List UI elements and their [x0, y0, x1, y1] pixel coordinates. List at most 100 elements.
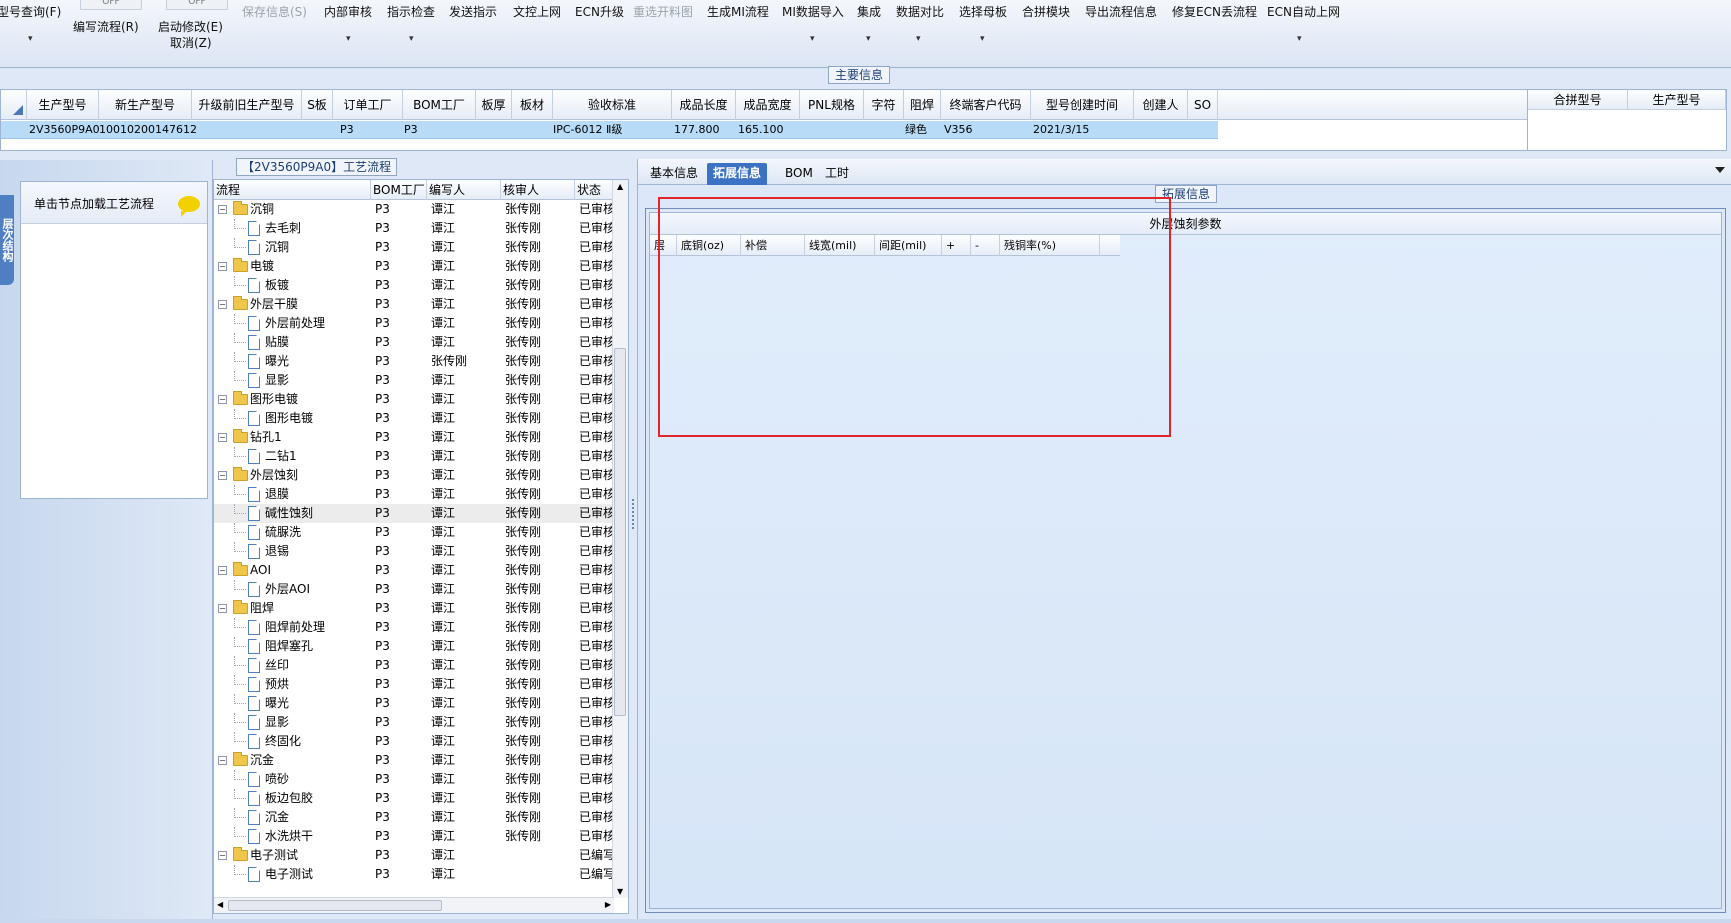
tree-row[interactable]: 预烘 P3 谭江 张传刚 已审核: [214, 675, 612, 694]
ribbon-btn-internal-review[interactable]: 内部审核: [324, 3, 372, 20]
ribbon-btn-data-compare[interactable]: 数据对比: [896, 3, 944, 20]
tree-row[interactable]: 沉铜 P3 谭江 张传刚 已审核: [214, 238, 612, 257]
collapse-toggle-icon[interactable]: −: [218, 604, 227, 613]
ribbon-btn-fix-ecn[interactable]: 修复ECN丢流程: [1172, 3, 1257, 20]
col-header[interactable]: 型号创建时间: [1031, 90, 1134, 120]
tree-row[interactable]: 退膜 P3 谭江 张传刚 已审核: [214, 485, 612, 504]
tree-row[interactable]: − 外层干膜 P3 谭江 张传刚 已审核: [214, 295, 612, 314]
scrollbar-thumb[interactable]: [228, 900, 442, 911]
tree-row[interactable]: − 钻孔1 P3 谭江 张传刚 已审核: [214, 428, 612, 447]
ribbon-btn-doc-online[interactable]: 文控上网: [513, 3, 561, 20]
tree-row[interactable]: − 图形电镀 P3 谭江 张传刚 已审核: [214, 390, 612, 409]
ribbon-btn-instruction-check[interactable]: 指示检查: [387, 3, 435, 20]
tree-row[interactable]: 去毛刺 P3 谭江 张传刚 已审核: [214, 219, 612, 238]
grid-corner-icon[interactable]: [1, 90, 27, 120]
col-header[interactable]: 板厚: [476, 90, 512, 120]
tree-row[interactable]: 碱性蚀刻 P3 谭江 张传刚 已审核: [214, 504, 612, 523]
tree-row[interactable]: 硫脲洗 P3 谭江 张传刚 已审核: [214, 523, 612, 542]
ribbon-btn-mi-import[interactable]: MI数据导入: [782, 3, 844, 20]
chevron-down-icon[interactable]: ▾: [916, 34, 921, 44]
chevron-down-icon[interactable]: ▾: [866, 34, 871, 44]
ribbon-btn-select-mother-board[interactable]: 选择母板: [959, 3, 1007, 20]
chevron-down-icon[interactable]: ▾: [28, 34, 33, 44]
col-header[interactable]: 生产型号: [1628, 90, 1726, 110]
tree-row[interactable]: 二钻1 P3 谭江 张传刚 已审核: [214, 447, 612, 466]
ribbon-btn-generate-mi[interactable]: 生成MI流程: [707, 3, 769, 20]
ribbon-btn-save-info[interactable]: 保存信息(S): [242, 3, 307, 20]
tree-row[interactable]: − 沉金 P3 谭江 张传刚 已审核: [214, 751, 612, 770]
table-row[interactable]: 2V3560P9A0 10010200147612 P3 P3 IPC-6012…: [1, 121, 1218, 139]
tree-row[interactable]: 板边包胶 P3 谭江 张传刚 已审核: [214, 789, 612, 808]
col-header[interactable]: PNL规格: [800, 90, 864, 120]
col-header[interactable]: 成品长度: [672, 90, 736, 120]
tree-row[interactable]: 图形电镀 P3 谭江 张传刚 已审核: [214, 409, 612, 428]
scroll-down-icon[interactable]: ▼: [617, 887, 623, 896]
chevron-down-icon[interactable]: ▾: [346, 34, 351, 44]
col-header[interactable]: 订单工厂: [333, 90, 403, 120]
col-header[interactable]: 终端客户代码: [941, 90, 1031, 120]
tab-work-hours[interactable]: 工时: [819, 163, 855, 185]
tree-row[interactable]: 沉金 P3 谭江 张传刚 已审核: [214, 808, 612, 827]
col-header[interactable]: 状态: [575, 180, 613, 200]
tree-row[interactable]: 贴膜 P3 谭江 张传刚 已审核: [214, 333, 612, 352]
col-header[interactable]: BOM工厂: [403, 90, 476, 120]
tree-row[interactable]: 外层AOI P3 谭江 张传刚 已审核: [214, 580, 612, 599]
col-header[interactable]: 验收标准: [553, 90, 672, 120]
ribbon-btn-ecn-auto-online[interactable]: ECN自动上网: [1267, 3, 1340, 20]
ribbon-btn-model-query[interactable]: 型号查询(F): [0, 3, 61, 20]
collapse-toggle-icon[interactable]: −: [218, 205, 227, 214]
col-header[interactable]: 创建人: [1134, 90, 1188, 120]
col-header[interactable]: 阻焊: [904, 90, 941, 120]
col-header[interactable]: 成品宽度: [736, 90, 800, 120]
tree-row[interactable]: − 外层蚀刻 P3 谭江 张传刚 已审核: [214, 466, 612, 485]
toggle-switch-2[interactable]: OFF: [166, 0, 228, 10]
col-header[interactable]: 新生产型号: [99, 90, 192, 120]
col-header[interactable]: 编写人: [427, 180, 501, 200]
tree-row[interactable]: 阻焊前处理 P3 谭江 张传刚 已审核: [214, 618, 612, 637]
ribbon-btn-cancel[interactable]: 取消(Z): [170, 34, 212, 51]
ribbon-btn-ecn-upgrade[interactable]: ECN升级: [575, 3, 624, 20]
tree-row[interactable]: 终固化 P3 谭江 张传刚 已审核: [214, 732, 612, 751]
scroll-right-icon[interactable]: ▶: [605, 900, 611, 909]
collapse-toggle-icon[interactable]: −: [218, 756, 227, 765]
tab-menu-chevron-icon[interactable]: [1715, 167, 1725, 173]
col-header[interactable]: BOM工厂: [371, 180, 427, 200]
collapse-toggle-icon[interactable]: −: [218, 300, 227, 309]
hierarchy-tab[interactable]: 层次结构: [0, 195, 14, 285]
ribbon-btn-merge-module[interactable]: 合拼模块: [1022, 3, 1070, 20]
scrollbar-thumb[interactable]: [614, 348, 626, 716]
col-header[interactable]: SO: [1188, 90, 1218, 120]
tree-row[interactable]: 曝光 P3 张传刚 张传刚 已审核: [214, 352, 612, 371]
tree-row[interactable]: 电子测试 P3 谭江 已编写: [214, 865, 612, 884]
toggle-switch-1[interactable]: OFF: [80, 0, 142, 10]
chevron-down-icon[interactable]: ▾: [409, 34, 414, 44]
ribbon-btn-send-instruction[interactable]: 发送指示: [449, 3, 497, 20]
tree-row[interactable]: 显影 P3 谭江 张传刚 已审核: [214, 371, 612, 390]
tree-row[interactable]: − 电镀 P3 谭江 张传刚 已审核: [214, 257, 612, 276]
collapse-toggle-icon[interactable]: −: [218, 433, 227, 442]
scroll-up-icon[interactable]: ▲: [617, 182, 623, 191]
tree-row[interactable]: 外层前处理 P3 谭江 张传刚 已审核: [214, 314, 612, 333]
tree-row[interactable]: 退锡 P3 谭江 张传刚 已审核: [214, 542, 612, 561]
tree-row[interactable]: − 电子测试 P3 谭江 已编写: [214, 846, 612, 865]
collapse-toggle-icon[interactable]: −: [218, 851, 227, 860]
collapse-toggle-icon[interactable]: −: [218, 395, 227, 404]
tree-row[interactable]: 丝印 P3 谭江 张传刚 已审核: [214, 656, 612, 675]
col-header[interactable]: 升级前旧生产型号: [192, 90, 302, 120]
chevron-down-icon[interactable]: ▾: [1297, 34, 1302, 44]
col-header[interactable]: 板材: [512, 90, 553, 120]
tree-row[interactable]: 曝光 P3 谭江 张传刚 已审核: [214, 694, 612, 713]
col-header[interactable]: 字符: [864, 90, 904, 120]
col-header[interactable]: 流程: [214, 180, 371, 200]
tree-row[interactable]: 喷砂 P3 谭江 张传刚 已审核: [214, 770, 612, 789]
vertical-scrollbar[interactable]: ▲ ▼: [612, 180, 628, 898]
vertical-splitter[interactable]: [629, 159, 637, 919]
tree-row[interactable]: − AOI P3 谭江 张传刚 已审核: [214, 561, 612, 580]
ribbon-btn-reselect-cutting[interactable]: 重选开料图: [633, 3, 693, 20]
scroll-left-icon[interactable]: ◀: [217, 900, 223, 909]
tree-row[interactable]: 板镀 P3 谭江 张传刚 已审核: [214, 276, 612, 295]
collapse-toggle-icon[interactable]: −: [218, 566, 227, 575]
chevron-down-icon[interactable]: ▾: [980, 34, 985, 44]
ribbon-btn-write-flow[interactable]: 编写流程(R): [73, 18, 139, 35]
col-header[interactable]: S板: [302, 90, 333, 120]
